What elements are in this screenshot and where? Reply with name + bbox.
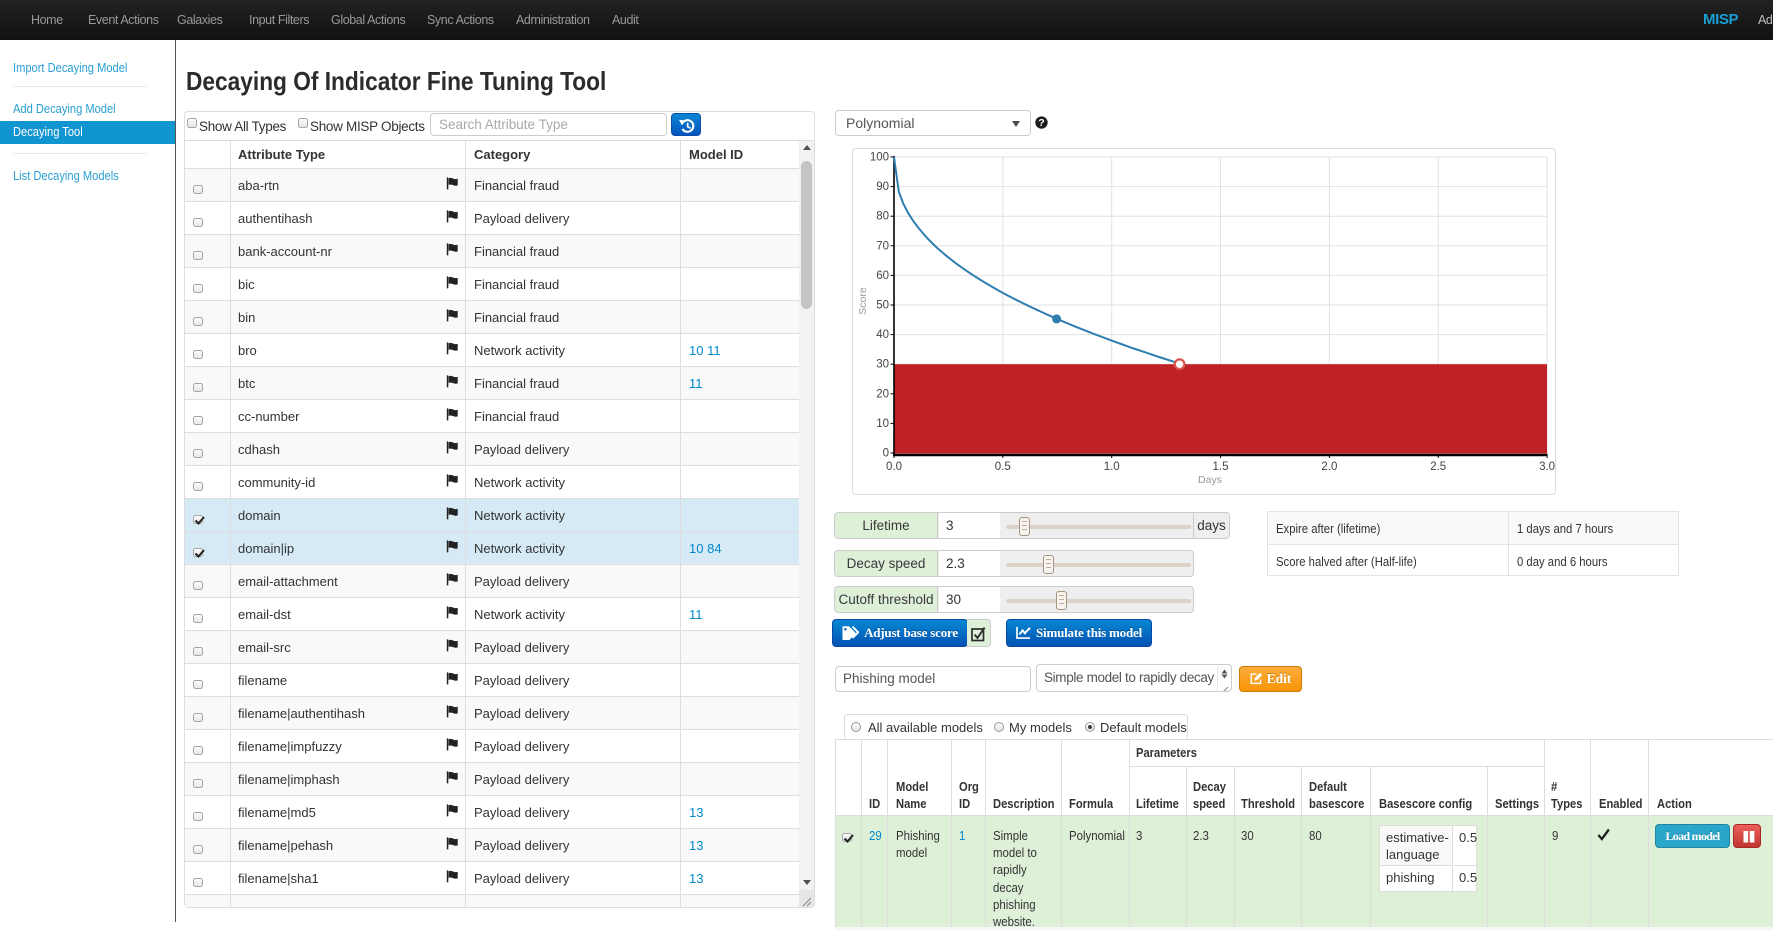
svg-text:60: 60	[876, 270, 889, 282]
svg-text:70: 70	[876, 240, 889, 252]
svg-text:0: 0	[883, 448, 889, 460]
svg-text:0.5: 0.5	[995, 461, 1011, 473]
svg-text:2.5: 2.5	[1430, 461, 1446, 473]
svg-text:90: 90	[876, 181, 889, 193]
svg-text:0.0: 0.0	[886, 461, 902, 473]
svg-text:1.5: 1.5	[1213, 461, 1229, 473]
svg-text:20: 20	[876, 388, 889, 400]
svg-text:10: 10	[876, 418, 889, 430]
svg-text:1.0: 1.0	[1104, 461, 1120, 473]
svg-text:Score: Score	[857, 287, 869, 315]
svg-text:30: 30	[876, 359, 889, 371]
svg-text:2.0: 2.0	[1321, 461, 1337, 473]
svg-text:50: 50	[876, 300, 889, 312]
svg-text:40: 40	[876, 329, 889, 341]
svg-text:?: ?	[1038, 117, 1044, 129]
svg-text:80: 80	[876, 211, 889, 223]
svg-text:100: 100	[870, 152, 889, 164]
svg-text:3.0: 3.0	[1539, 461, 1555, 473]
svg-text:Days: Days	[1198, 474, 1222, 486]
